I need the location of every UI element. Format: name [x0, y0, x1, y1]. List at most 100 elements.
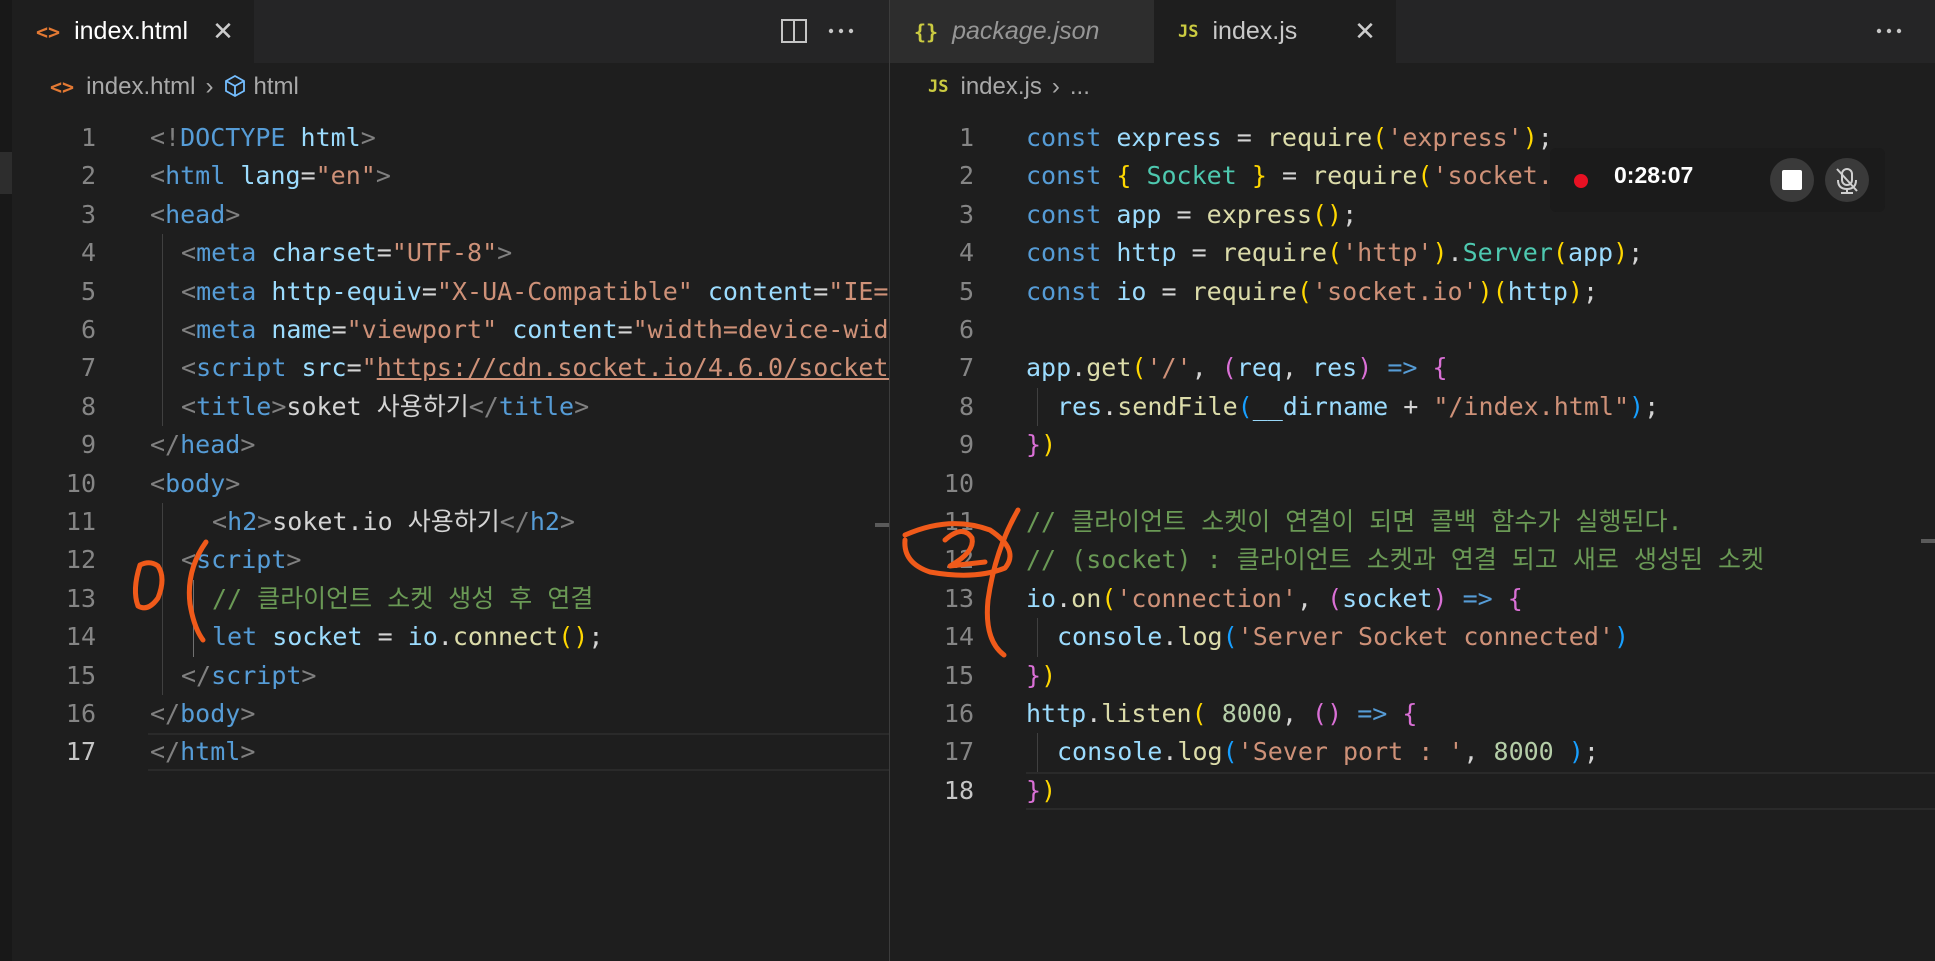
- code-line: 14 console.log('Server Socket connected'): [890, 618, 1935, 656]
- code-text: <meta charset="UTF-8">: [181, 238, 513, 268]
- right-tab-bar: {} package.json JS index.js ✕: [890, 0, 1935, 63]
- breadcrumb-symbol[interactable]: html: [253, 73, 298, 101]
- code-line: 14 let socket = io.connect();: [12, 618, 889, 656]
- line-number: 5: [80, 276, 96, 306]
- code-line: 13 io.on('connection', (socket) => {: [890, 580, 1935, 618]
- left-tab-bar: <> index.html ✕: [12, 0, 889, 63]
- code-line: 1 <!DOCTYPE html>: [12, 119, 889, 157]
- code-text: </head>: [150, 430, 256, 460]
- scrollbar[interactable]: [875, 111, 889, 961]
- breadcrumb: <> index.html › html: [12, 63, 889, 111]
- code-line: 12 <script>: [12, 541, 889, 579]
- code-line: 9 </head>: [12, 426, 889, 464]
- breadcrumb-more[interactable]: ...: [1070, 73, 1090, 101]
- code-text: </script>: [181, 660, 317, 690]
- code-text: const io = require('socket.io')(http);: [1026, 276, 1599, 306]
- line-number: 9: [80, 430, 96, 460]
- line-number: 16: [943, 699, 974, 728]
- code-text: const { Socket } = require('socket.io');: [1026, 161, 1628, 191]
- line-number: 7: [80, 353, 96, 383]
- code-text: <script src="https://cdn.socket.io/4.6.0…: [181, 353, 889, 383]
- code-line: 6: [890, 311, 1935, 349]
- line-number: 5: [958, 276, 974, 306]
- indent-guide: [162, 503, 163, 695]
- code-text: // 클라이언트 소켓이 연결이 되면 콜백 함수가 실행된다.: [1026, 507, 1683, 536]
- breadcrumb-file[interactable]: index.js: [960, 73, 1041, 101]
- line-number: 15: [65, 660, 96, 690]
- code-text: <meta name="viewport" content="width=dev…: [181, 315, 889, 344]
- activity-strip: [0, 0, 12, 961]
- indent-guide: [1037, 618, 1038, 657]
- tab-package-json[interactable]: {} package.json: [890, 0, 1154, 63]
- breadcrumb-file[interactable]: index.html: [86, 73, 195, 101]
- code-text: <title>soket 사용하기</title>: [181, 391, 590, 421]
- code-line: 16 http.listen( 8000, () => {: [890, 695, 1935, 733]
- code-line: 10 <body>: [12, 465, 889, 503]
- more-actions-icon[interactable]: [1870, 12, 1908, 50]
- code-line: 9}): [890, 426, 1935, 464]
- code-line: 11 // 클라이언트 소켓이 연결이 되면 콜백 함수가 실행된다.: [890, 503, 1935, 541]
- line-number: 8: [80, 391, 96, 421]
- line-number: 12: [943, 545, 974, 575]
- indent-guide: [1037, 387, 1038, 427]
- left-editor-group: <> index.html ✕ <> index.html › html 1 <!…: [12, 0, 889, 961]
- code-line: 17 </html>: [12, 733, 889, 771]
- line-number: 17: [65, 737, 96, 767]
- code-line: 4 <meta charset="UTF-8">: [12, 234, 889, 272]
- code-line: 13 // 클라이언트 소켓 생성 후 연결: [12, 580, 889, 618]
- close-icon[interactable]: ✕: [1348, 14, 1382, 48]
- mute-microphone-button[interactable]: [1825, 158, 1869, 202]
- line-number: 4: [958, 238, 974, 268]
- code-text: app.get('/', (req, res) => {: [1026, 353, 1448, 383]
- code-line: 18}): [890, 772, 1935, 810]
- code-text: <!DOCTYPE html>: [150, 123, 376, 152]
- stop-recording-button[interactable]: [1770, 158, 1814, 202]
- line-number: 6: [80, 315, 96, 344]
- code-line: 8 res.sendFile(__dirname + "/index.html")…: [890, 388, 1935, 426]
- line-number: 14: [943, 622, 974, 652]
- split-editor-icon[interactable]: [774, 12, 812, 50]
- scrollbar[interactable]: [1921, 111, 1935, 961]
- indent-guide: [193, 579, 194, 657]
- indent-guide: [1037, 733, 1038, 772]
- activity-strip-marker: [0, 152, 12, 194]
- line-number: 9: [958, 430, 974, 460]
- code-text: <meta http-equiv="X-UA-Compatible" conte…: [181, 276, 889, 306]
- recording-indicator: [1574, 174, 1588, 188]
- screen-recorder-toolbar: 0:28:07: [1550, 148, 1885, 212]
- tab-label: index.html: [74, 17, 189, 45]
- line-number: 7: [958, 353, 974, 383]
- line-number: 2: [958, 161, 974, 191]
- code-line: 15 </script>: [12, 657, 889, 695]
- tab-index-html[interactable]: <> index.html ✕: [12, 0, 254, 63]
- code-line: 12 // (socket) : 클라이언트 소켓과 연결 되고 새로 생성된 소…: [890, 541, 1935, 579]
- code-line: 16 </body>: [12, 695, 889, 733]
- html-file-icon: <>: [50, 75, 75, 99]
- more-actions-icon[interactable]: [822, 12, 860, 50]
- js-file-icon: JS: [928, 77, 949, 97]
- html-file-icon: <>: [36, 19, 61, 44]
- code-text: http.listen( 8000, () => {: [1026, 699, 1418, 728]
- tab-label: index.js: [1212, 17, 1298, 45]
- code-editor[interactable]: 1 <!DOCTYPE html> 2 <html lang="en"> 3 <head>…: [12, 111, 889, 961]
- code-text: }): [1026, 775, 1057, 805]
- line-number: 18: [943, 775, 974, 805]
- code-text: console.log('Server Socket connected'): [1057, 622, 1629, 652]
- close-icon[interactable]: ✕: [206, 14, 240, 48]
- code-line: 4 const http = require('http').Server(app…: [890, 234, 1935, 272]
- recording-timer: 0:28:07: [1614, 162, 1694, 188]
- code-text: <html lang="en">: [150, 161, 391, 191]
- code-line: 5 <meta http-equiv="X-UA-Compatible" cont…: [12, 273, 889, 311]
- cube-icon: [223, 73, 247, 101]
- code-line: 11 <h2>soket.io 사용하기</h2>: [12, 503, 889, 541]
- code-line: 15}): [890, 657, 1935, 695]
- tab-index-js[interactable]: JS index.js ✕: [1154, 0, 1396, 63]
- code-text: let socket = io.connect();: [212, 622, 604, 652]
- tab-label: package.json: [952, 17, 1100, 45]
- code-text: io.on('connection', (socket) => {: [1026, 583, 1523, 613]
- microphone-off-icon: [1836, 168, 1858, 194]
- code-editor[interactable]: 1 const express = require('express'); 2 con…: [890, 111, 1935, 961]
- code-line: 7 app.get('/', (req, res) => {: [890, 349, 1935, 387]
- line-number: 10: [943, 468, 974, 498]
- code-line: 8 <title>soket 사용하기</title>: [12, 388, 889, 426]
